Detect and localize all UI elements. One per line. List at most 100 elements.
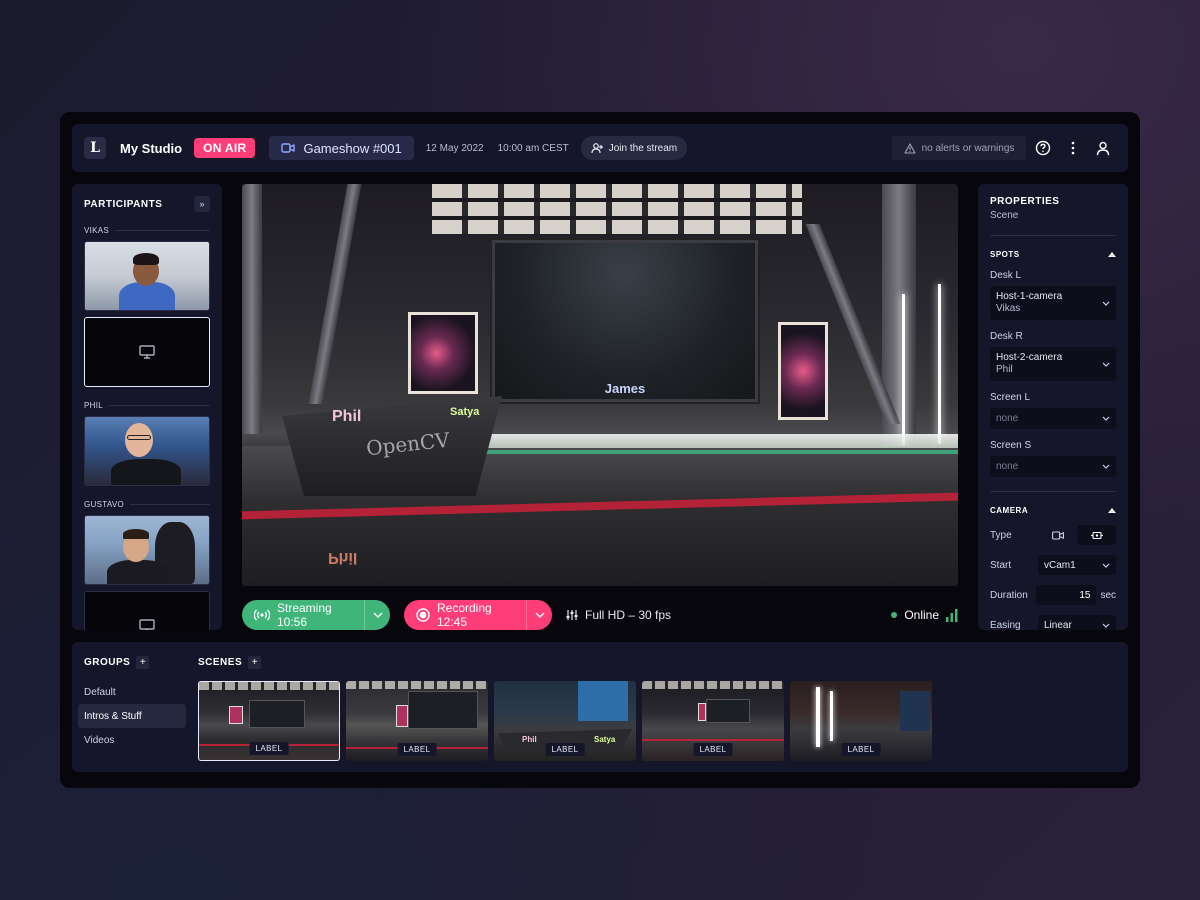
collapse-participants-button[interactable]: »	[194, 196, 210, 212]
scenes-panel: GROUPS + Default Intros & Stuff Videos S…	[72, 642, 1128, 772]
participant-name: GUSTAVO	[72, 500, 222, 509]
caret-up-icon	[1108, 508, 1116, 513]
participant-video-phil[interactable]	[84, 416, 210, 486]
chevron-down-icon	[1102, 623, 1110, 628]
show-time: 10:00 am CEST	[497, 142, 569, 154]
quality-label: Full HD – 30 fps	[585, 608, 672, 622]
streaming-control: Streaming 10:56	[242, 600, 390, 630]
sliders-icon	[566, 609, 578, 621]
scene-thumbnail[interactable]: LABEL	[198, 681, 340, 761]
warning-icon	[904, 142, 916, 154]
screen-s-value: none	[996, 461, 1019, 472]
camera-section-header[interactable]: CAMERA	[990, 506, 1116, 515]
show-selector[interactable]: Gameshow #001	[269, 136, 414, 160]
user-icon	[1096, 141, 1110, 156]
desk-l-sub: Vikas	[996, 303, 1021, 314]
video-camera-icon	[1051, 530, 1064, 540]
recording-control: Recording 12:45	[404, 600, 552, 630]
properties-panel: PROPERTIES Scene SPOTS Desk L Host-1-cam…	[978, 184, 1128, 630]
camera-type-virtual-button[interactable]	[1077, 525, 1116, 545]
record-icon	[416, 608, 430, 622]
scene-label: LABEL	[545, 743, 585, 756]
desk-l-label: Desk L	[990, 270, 1022, 281]
desk-r-sub: Phil	[996, 364, 1013, 375]
monitor-icon	[139, 619, 155, 630]
scene-label: LABEL	[693, 743, 733, 756]
left-display-panel	[408, 312, 478, 394]
streaming-label: Streaming 10:56	[277, 601, 332, 629]
camera-easing-select[interactable]: Linear	[1038, 615, 1116, 630]
screen-s-select[interactable]: none	[990, 456, 1116, 477]
screen-participant-name: James	[604, 381, 646, 396]
stage-video-wall: James	[492, 240, 758, 402]
scene-preview[interactable]: James Phil Satya OpenCV Phil	[242, 184, 958, 586]
double-chevron-right-icon: »	[199, 199, 205, 209]
scene-desk-right-name: Satya	[594, 735, 616, 744]
desk-r-select[interactable]: Host-2-camera Phil	[990, 347, 1116, 381]
participant-video-gustavo[interactable]	[84, 515, 210, 585]
camera-duration-input[interactable]: 15	[1036, 585, 1097, 605]
virtual-camera-icon	[1090, 531, 1104, 540]
chevron-down-icon	[535, 612, 545, 618]
account-button[interactable]	[1090, 135, 1116, 161]
group-item[interactable]: Videos	[78, 728, 186, 752]
spots-section-header[interactable]: SPOTS	[990, 250, 1116, 259]
participants-title: PARTICIPANTS	[84, 198, 163, 210]
chevron-down-icon	[1102, 362, 1110, 367]
participant-empty-slot[interactable]	[84, 591, 210, 630]
floor-reflection: Phil	[328, 549, 358, 566]
desk-r-label: Desk R	[990, 331, 1023, 342]
participant-screen-share-slot[interactable]	[84, 317, 210, 387]
group-list: Default Intros & Stuff Videos	[78, 680, 186, 752]
scene-list: LABEL LABEL Phil Satya LABEL LABEL LABEL	[198, 681, 932, 761]
alerts-indicator[interactable]: no alerts or warnings	[892, 136, 1026, 160]
screen-l-label: Screen L	[990, 392, 1031, 403]
recording-label: Recording 12:45	[437, 601, 492, 629]
screen-s-label: Screen S	[990, 440, 1032, 451]
scene-label: LABEL	[249, 742, 289, 755]
scene-thumbnail[interactable]: LABEL	[346, 681, 488, 761]
chevron-down-icon	[373, 612, 383, 618]
desk-l-select[interactable]: Host-1-camera Vikas	[990, 286, 1116, 320]
broadcast-controls: Streaming 10:56 Recording 12:45 Full HD …	[242, 600, 958, 630]
help-icon	[1035, 140, 1051, 156]
more-options-button[interactable]	[1060, 135, 1086, 161]
recording-button[interactable]: Recording 12:45	[404, 600, 526, 630]
properties-title: PROPERTIES	[990, 196, 1060, 207]
connection-status-label: Online	[904, 608, 939, 622]
studio-name: My Studio	[120, 140, 183, 156]
connection-status: Online	[891, 608, 958, 622]
show-title: Gameshow #001	[303, 140, 402, 156]
groups-title: GROUPS	[84, 657, 131, 668]
camera-start-label: Start	[990, 559, 1012, 571]
streaming-options-button[interactable]	[364, 600, 390, 630]
streaming-button[interactable]: Streaming 10:56	[242, 600, 364, 630]
spots-title: SPOTS	[990, 250, 1020, 259]
scene-thumbnail[interactable]: LABEL	[642, 681, 784, 761]
add-group-button[interactable]: +	[136, 656, 150, 669]
camera-easing-label: Easing	[990, 619, 1021, 631]
add-scene-button[interactable]: +	[248, 656, 262, 669]
scene-thumbnail[interactable]: Phil Satya LABEL	[494, 681, 636, 761]
camera-easing-value: Linear	[1044, 619, 1072, 631]
chevron-down-icon	[1102, 464, 1110, 469]
group-item[interactable]: Default	[78, 680, 186, 704]
group-item[interactable]: Intros & Stuff	[78, 704, 186, 728]
top-bar: L My Studio ON AIR Gameshow #001 12 May …	[72, 124, 1128, 172]
recording-options-button[interactable]	[526, 600, 552, 630]
join-stream-label: Join the stream	[608, 142, 678, 154]
scene-thumbnail[interactable]: LABEL	[790, 681, 932, 761]
scene-label: LABEL	[841, 743, 881, 756]
chevron-down-icon	[1102, 563, 1110, 568]
chevron-down-icon	[1102, 301, 1110, 306]
screen-l-select[interactable]: none	[990, 408, 1116, 429]
participant-video-vikas[interactable]	[84, 241, 210, 311]
participant-name: VIKAS	[72, 226, 222, 235]
quality-settings-button[interactable]: Full HD – 30 fps	[566, 608, 671, 622]
camera-type-video-button[interactable]	[1038, 525, 1077, 545]
help-button[interactable]	[1030, 135, 1056, 161]
camera-start-select[interactable]: vCam1	[1038, 555, 1116, 575]
camera-start-value: vCam1	[1044, 559, 1076, 571]
studio-logo[interactable]: L	[84, 137, 106, 159]
join-stream-button[interactable]: Join the stream	[580, 136, 688, 160]
